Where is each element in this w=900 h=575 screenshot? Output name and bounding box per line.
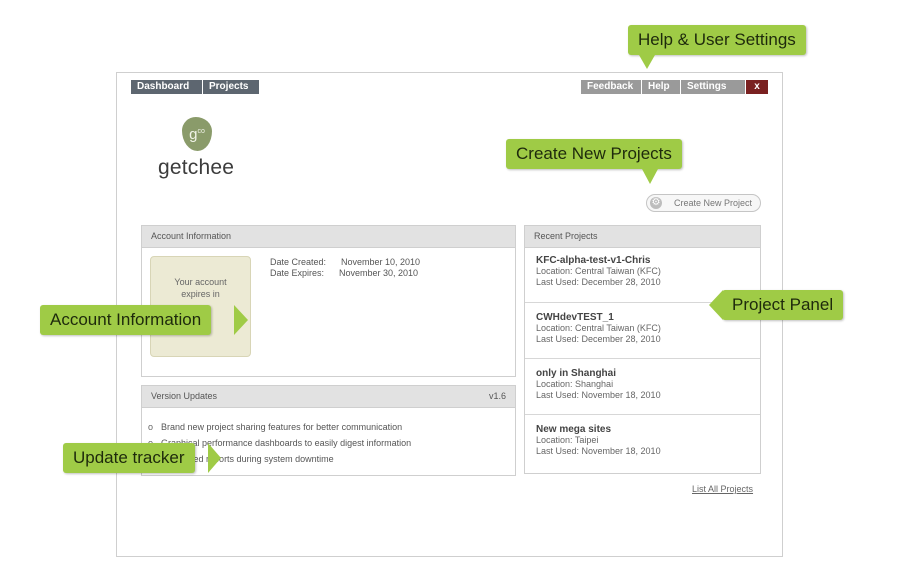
- callout-arrow: [234, 305, 248, 335]
- date-created-value: November 10, 2010: [341, 257, 421, 267]
- list-item: Brand new project sharing features for b…: [148, 419, 411, 435]
- nav-dashboard[interactable]: Dashboard: [131, 80, 202, 94]
- add-project-icon: ⚙: [650, 197, 662, 209]
- create-new-project-button[interactable]: ⚙ Create New Project: [646, 194, 761, 212]
- settings-button[interactable]: Settings: [681, 80, 745, 94]
- callout-arrow: [642, 169, 658, 184]
- create-new-project-label: Create New Project: [673, 198, 752, 208]
- project-name[interactable]: New mega sites: [536, 424, 749, 435]
- recent-projects-title: Recent Projects: [525, 226, 760, 248]
- callout-arrow: [639, 55, 655, 69]
- project-last-used: Last Used: December 28, 2010: [536, 334, 661, 344]
- callout-arrow: [709, 290, 723, 320]
- nav-projects[interactable]: Projects: [203, 80, 259, 94]
- project-name[interactable]: KFC-alpha-test-v1-Chris: [536, 255, 749, 266]
- feedback-button[interactable]: Feedback: [581, 80, 641, 94]
- list-all-projects-link[interactable]: List All Projects: [692, 484, 753, 494]
- callout-update-tracker: Update tracker: [63, 443, 195, 473]
- project-location: Location: Central Taiwan (KFC): [536, 266, 661, 276]
- callout-account-information: Account Information: [40, 305, 212, 335]
- project-item[interactable]: only in Shanghai Location: Shanghai Last…: [525, 360, 760, 415]
- version-panel-title: Version Updates: [151, 391, 218, 401]
- logo-text: getchee: [158, 156, 235, 179]
- project-last-used: Last Used: December 28, 2010: [536, 277, 661, 287]
- date-expires-value: November 30, 2010: [339, 268, 419, 278]
- project-last-used: Last Used: November 18, 2010: [536, 390, 661, 400]
- expiry-line-1: Your account: [174, 277, 227, 287]
- callout-create-projects: Create New Projects: [506, 139, 682, 169]
- close-button[interactable]: x: [746, 80, 768, 94]
- project-item[interactable]: New mega sites Location: Taipei Last Use…: [525, 416, 760, 473]
- version-number: v1.6: [488, 391, 506, 401]
- callout-project-panel: Project Panel: [722, 290, 844, 320]
- callout-help-settings: Help & User Settings: [628, 25, 806, 55]
- project-last-used: Last Used: November 18, 2010: [536, 446, 661, 456]
- project-location: Location: Shanghai: [536, 379, 614, 389]
- expiry-line-2: expires in: [181, 289, 220, 299]
- help-button[interactable]: Help: [642, 80, 680, 94]
- project-name[interactable]: only in Shanghai: [536, 368, 749, 379]
- project-location: Location: Taipei: [536, 435, 599, 445]
- callout-arrow: [208, 443, 221, 473]
- account-panel-title: Account Information: [142, 226, 515, 248]
- date-expires-label: Date Expires:: [270, 268, 325, 278]
- date-created-label: Date Created:: [270, 257, 327, 267]
- project-location: Location: Central Taiwan (KFC): [536, 323, 661, 333]
- version-panel-header: Version Updates v1.6: [142, 386, 515, 408]
